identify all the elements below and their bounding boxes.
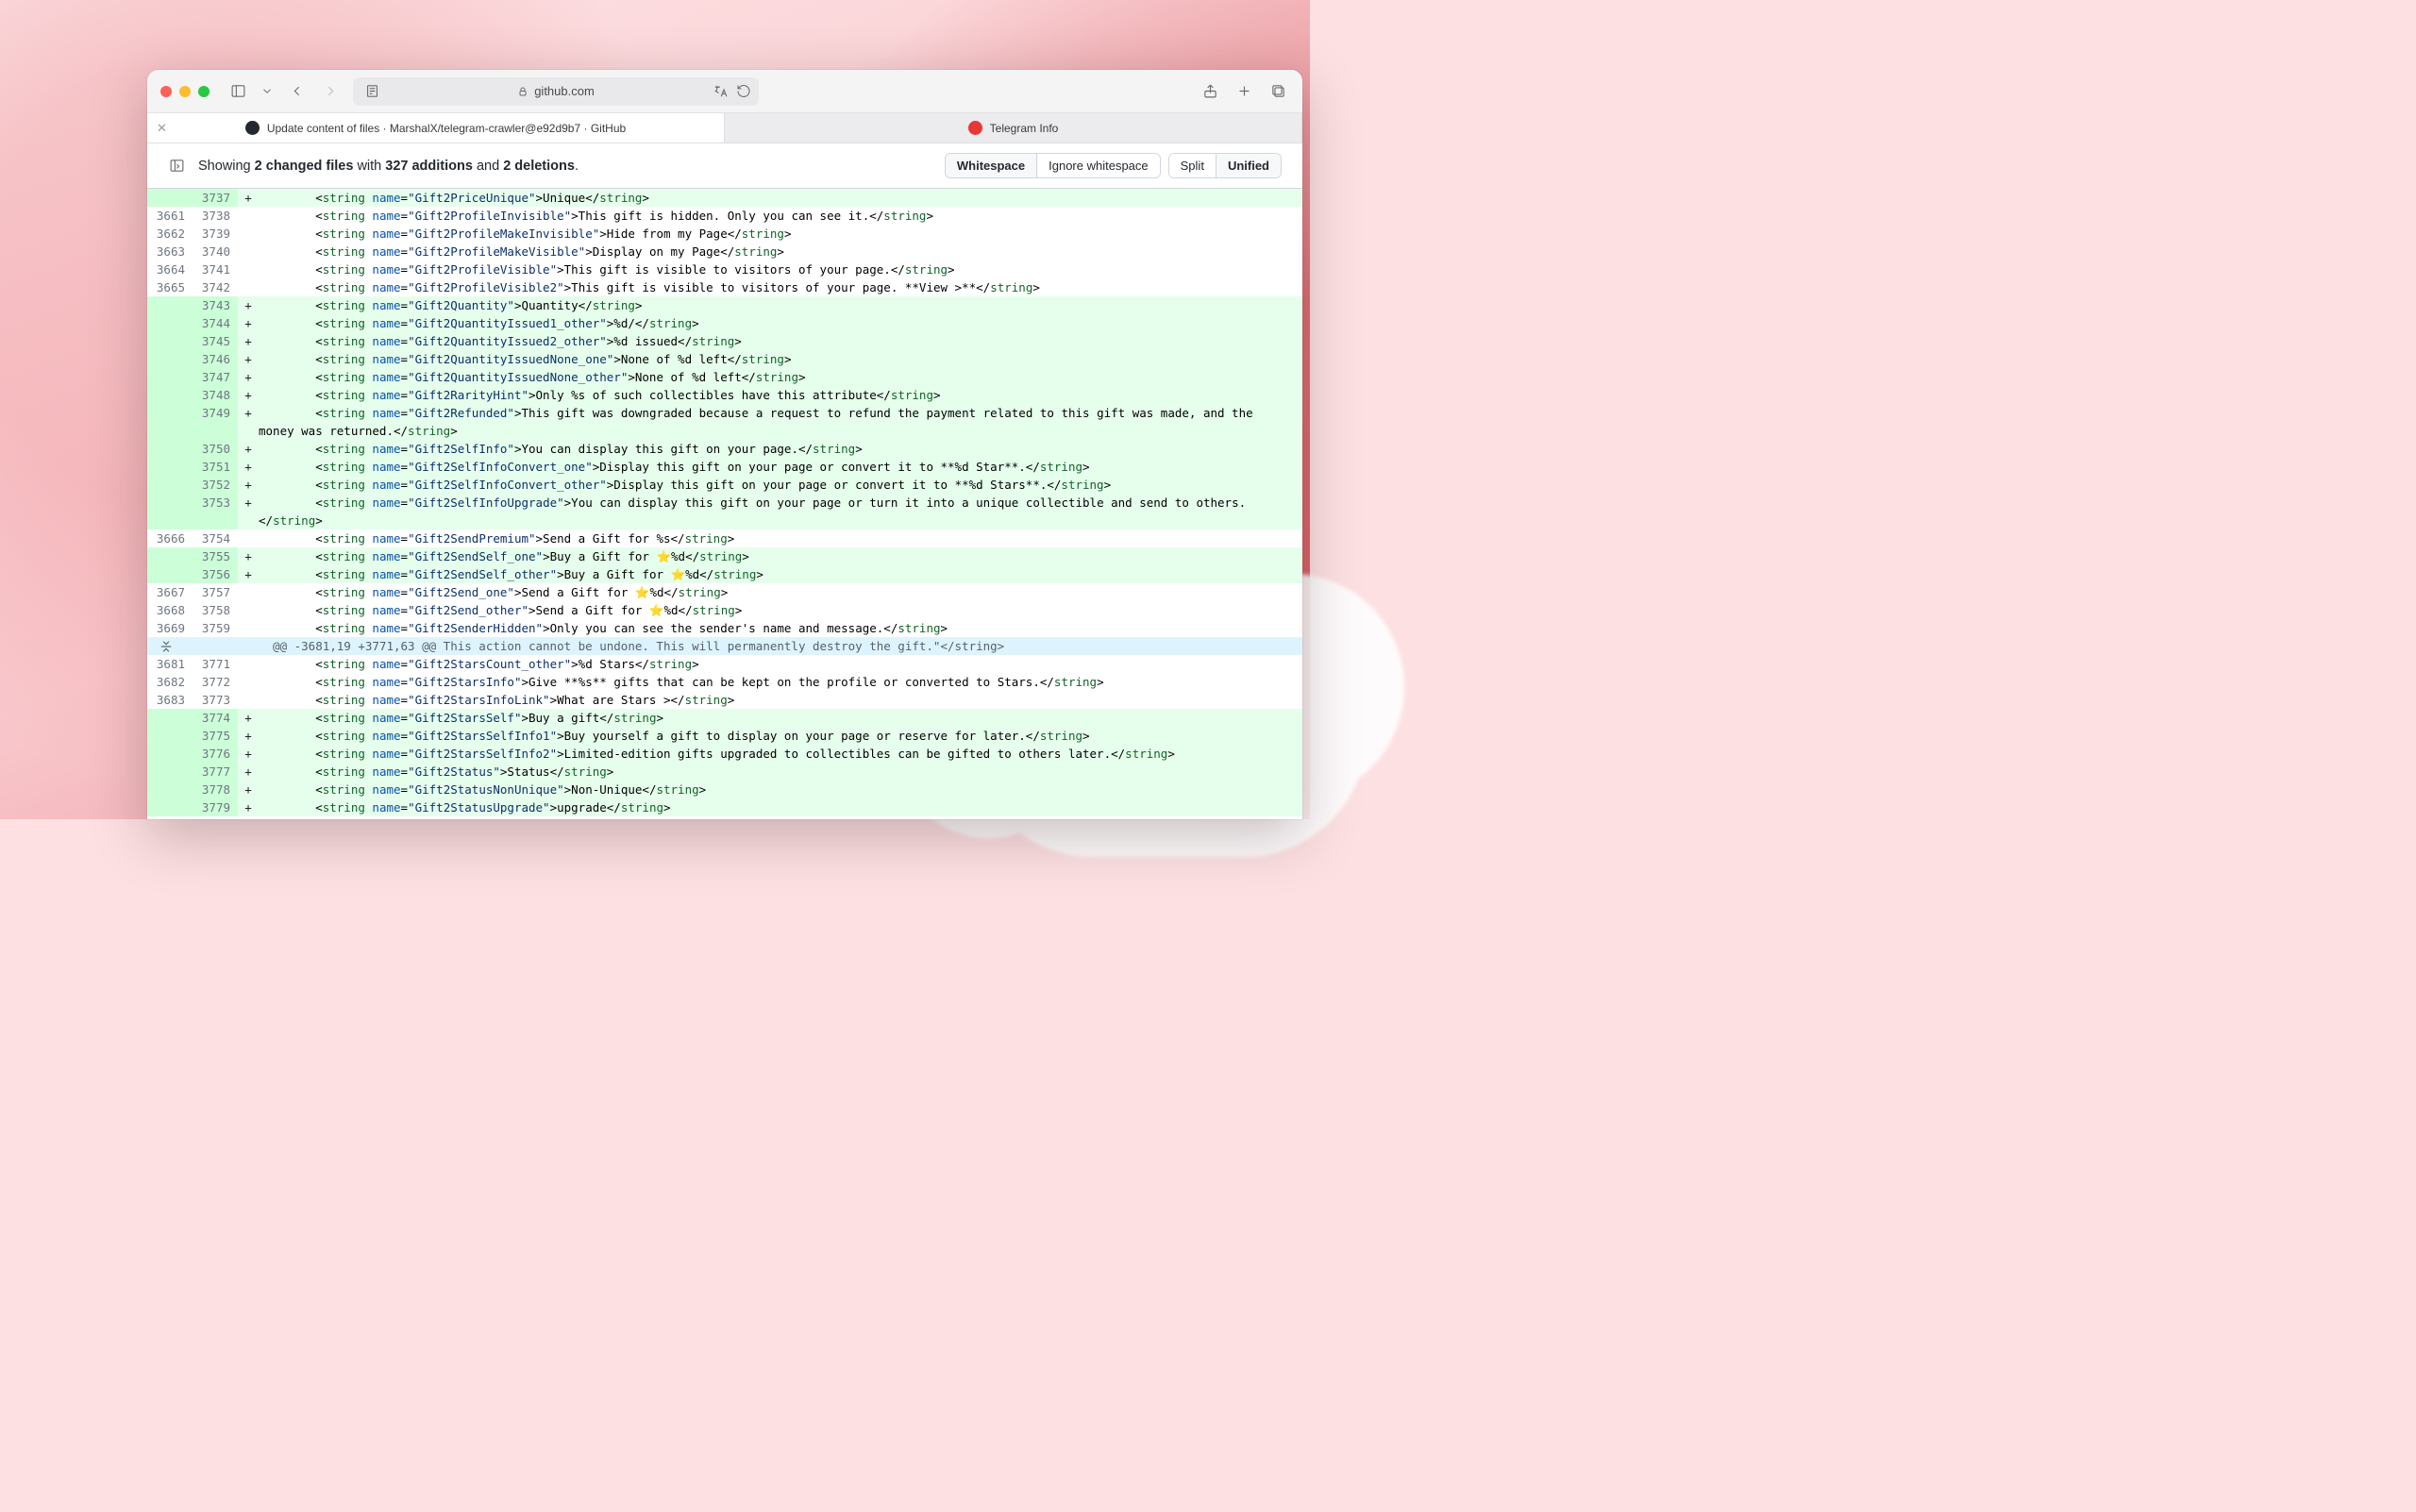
github-page: Showing 2 changed files with 327 additio… [147,143,1302,819]
diff-line: 3753+ <string name="Gift2SelfInfoUpgrade… [147,494,1302,529]
diff-line: 36663754 <string name="Gift2SendPremium"… [147,529,1302,547]
traffic-lights [160,86,210,97]
tab-label: Telegram Info [990,122,1059,135]
close-tab-icon[interactable]: ✕ [157,121,167,136]
diff-line: 36693759 <string name="Gift2SenderHidden… [147,619,1302,637]
diff-summary-bar: Showing 2 changed files with 327 additio… [147,143,1302,189]
diff-line: 3737+ <string name="Gift2PriceUnique">Un… [147,189,1302,207]
window-toolbar: github.com [147,70,1302,113]
favicon-tginfo [968,121,982,135]
diff-line: 36653742 <string name="Gift2ProfileVisib… [147,278,1302,296]
lock-icon [517,86,528,97]
diff-line: 36613738 <string name="Gift2ProfileInvis… [147,207,1302,225]
whitespace-button[interactable]: Whitespace [946,154,1036,177]
diff-line: 36673757 <string name="Gift2Send_one">Se… [147,583,1302,601]
diff-line: 3774+ <string name="Gift2StarsSelf">Buy … [147,709,1302,727]
diff-view[interactable]: 3737+ <string name="Gift2PriceUnique">Un… [147,189,1302,819]
diff-line: 3779+ <string name="Gift2StatusUpgrade">… [147,798,1302,816]
tab-strip: ✕ Update content of files · MarshalX/tel… [147,113,1302,143]
diff-line: 36633740 <string name="Gift2ProfileMakeV… [147,243,1302,260]
diff-line: 3750+ <string name="Gift2SelfInfo">You c… [147,440,1302,458]
address-bar[interactable]: github.com [353,77,759,106]
diff-line: 3748+ <string name="Gift2RarityHint">Onl… [147,386,1302,404]
diff-line: 36623739 <string name="Gift2ProfileMakeI… [147,225,1302,243]
new-tab-button[interactable] [1233,80,1255,103]
diff-line: 3775+ <string name="Gift2StarsSelfInfo1"… [147,727,1302,745]
diff-line: 3777+ <string name="Gift2Status">Status<… [147,763,1302,781]
browser-tab-github[interactable]: ✕ Update content of files · MarshalX/tel… [147,113,725,143]
diff-line: 3755+ <string name="Gift2SendSelf_one">B… [147,547,1302,565]
tab-label: Update content of files · MarshalX/teleg… [267,122,626,135]
diff-line: 36683758 <string name="Gift2Send_other">… [147,601,1302,619]
forward-button[interactable] [319,80,342,103]
unified-view-button[interactable]: Unified [1216,154,1281,177]
diff-line: 3751+ <string name="Gift2SelfInfoConvert… [147,458,1302,476]
translate-icon[interactable] [712,83,729,100]
whitespace-toggle: Whitespace Ignore whitespace [945,153,1161,178]
favicon-github [245,121,260,135]
diff-line: 3745+ <string name="Gift2QuantityIssued2… [147,332,1302,350]
diff-line: 3756+ <string name="Gift2SendSelf_other"… [147,565,1302,583]
browser-tab-telegram-info[interactable]: Telegram Info [725,113,1302,143]
diff-line: 3743+ <string name="Gift2Quantity">Quant… [147,296,1302,314]
diff-line: 36643741 <string name="Gift2ProfileVisib… [147,260,1302,278]
reload-icon[interactable] [736,84,751,99]
minimize-window-button[interactable] [179,86,191,97]
sidebar-menu-button[interactable] [260,80,274,103]
share-button[interactable] [1199,80,1221,103]
diff-line: 36823772 <string name="Gift2StarsInfo">G… [147,673,1302,691]
diff-line: 3776+ <string name="Gift2StarsSelfInfo2"… [147,745,1302,763]
diff-hunk-header: @@ -3681,19 +3771,63 @@ This action cann… [147,637,1302,655]
diff-summary-text: Showing 2 changed files with 327 additio… [198,159,579,174]
close-window-button[interactable] [160,86,172,97]
diff-line: 3749+ <string name="Gift2Refunded">This … [147,404,1302,440]
diff-line: 3752+ <string name="Gift2SelfInfoConvert… [147,476,1302,494]
diff-line: 3746+ <string name="Gift2QuantityIssuedN… [147,350,1302,368]
tab-overview-button[interactable] [1267,80,1289,103]
back-button[interactable] [285,80,308,103]
safari-window: github.com ✕ Update content of f [147,70,1302,819]
diff-line: 3744+ <string name="Gift2QuantityIssued1… [147,314,1302,332]
reader-mode-icon[interactable] [361,80,383,103]
view-mode-toggle: Split Unified [1168,153,1282,178]
diff-line: 3747+ <string name="Gift2QuantityIssuedN… [147,368,1302,386]
ignore-whitespace-button[interactable]: Ignore whitespace [1036,154,1160,177]
diff-line: 36833773 <string name="Gift2StarsInfoLin… [147,691,1302,709]
sidebar-toggle-button[interactable] [226,80,249,103]
file-tree-toggle-icon[interactable] [168,158,185,175]
diff-line: 36813771 <string name="Gift2StarsCount_o… [147,655,1302,673]
expand-icon[interactable] [147,637,193,655]
fullscreen-window-button[interactable] [198,86,210,97]
diff-view-controls: Whitespace Ignore whitespace Split Unifi… [945,153,1282,178]
diff-line: 3778+ <string name="Gift2StatusNonUnique… [147,781,1302,798]
split-view-button[interactable]: Split [1169,154,1216,177]
address-host: github.com [534,84,595,98]
